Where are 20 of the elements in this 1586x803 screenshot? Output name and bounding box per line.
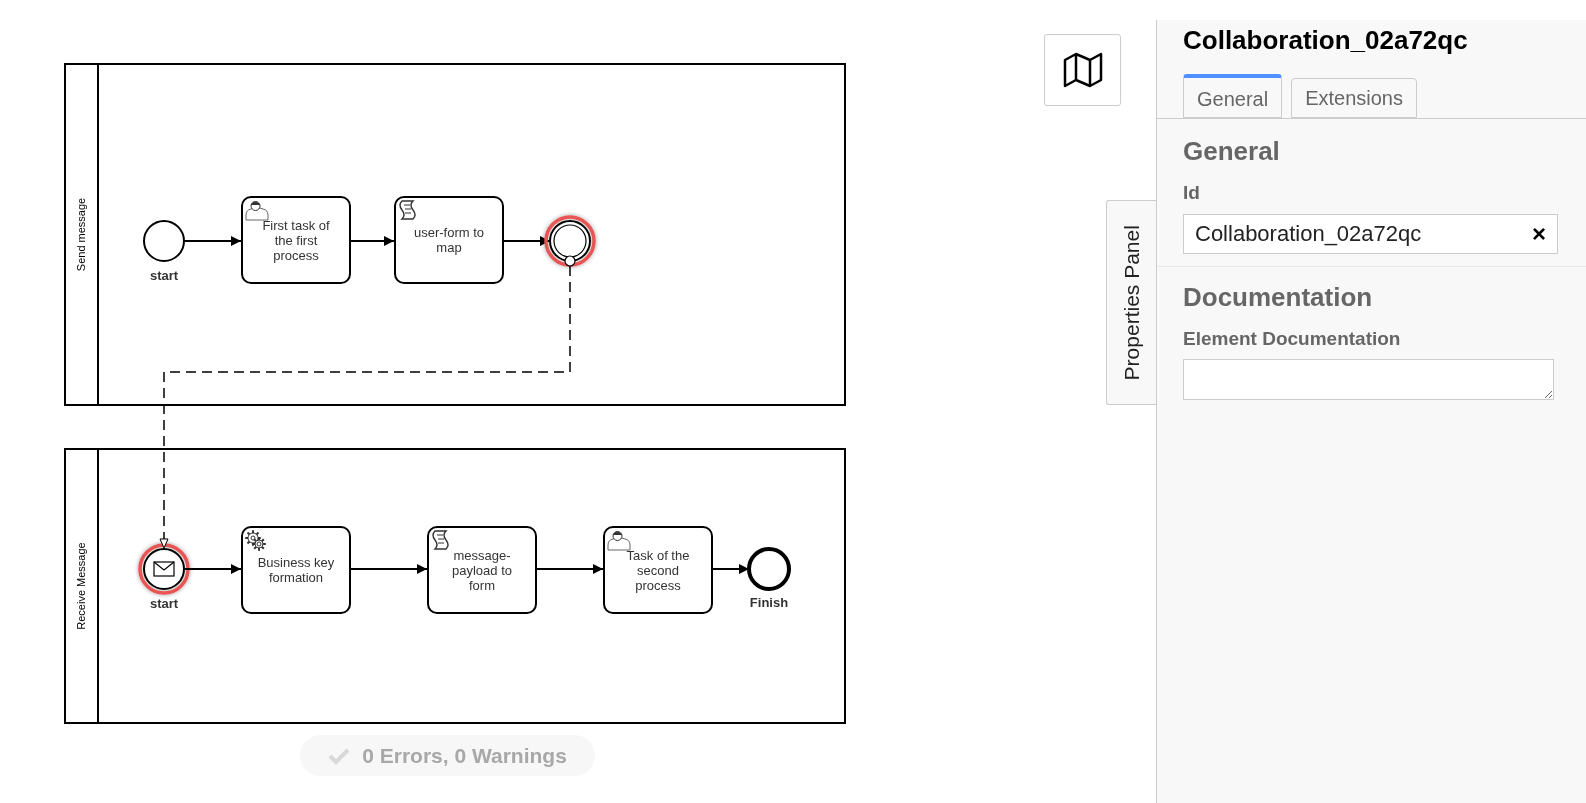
event-label: Finish <box>749 595 789 610</box>
tab[interactable]: General <box>1183 74 1283 118</box>
task[interactable]: First task of the first process <box>241 196 351 284</box>
tab[interactable]: Extensions <box>1291 78 1417 118</box>
group-heading: Documentation <box>1183 280 1374 313</box>
clear-button[interactable]: × <box>1532 221 1546 246</box>
lane-label: Send message <box>75 197 87 272</box>
task[interactable]: Business key formation <box>241 526 351 614</box>
field-label: Id <box>1183 181 1201 205</box>
properties-panel-toggle[interactable]: Properties Panel <box>1106 200 1157 405</box>
event-label: start <box>149 268 179 283</box>
lane-label: Receive Message <box>75 542 87 630</box>
task[interactable]: Task of the second process <box>603 526 713 614</box>
group-heading: General <box>1183 135 1281 167</box>
task[interactable]: user-form to map <box>394 196 504 284</box>
id-field[interactable]: Collaboration_02a72qc × <box>1183 213 1558 254</box>
task[interactable]: message-payload to form <box>427 526 537 614</box>
panel-title: Collaboration_02a72qc <box>1183 24 1469 56</box>
event-label: start <box>149 596 179 611</box>
field-label: Element Documentation <box>1183 326 1402 351</box>
